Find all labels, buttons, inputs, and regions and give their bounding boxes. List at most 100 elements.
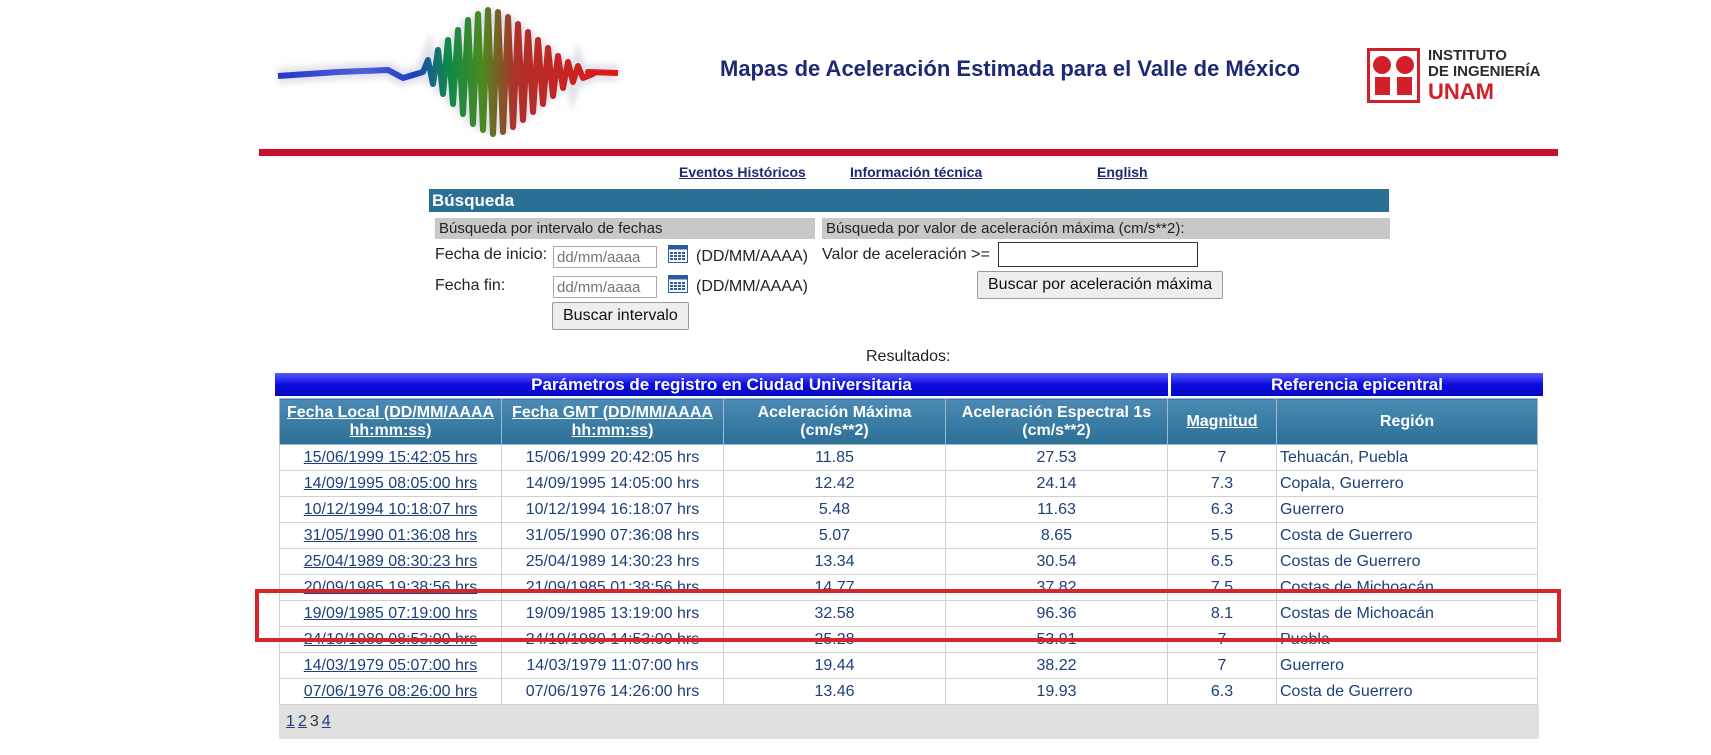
gmt-date-cell: 15/06/1999 20:42:05 hrs xyxy=(501,444,724,471)
max-acceleration-cell: 13.46 xyxy=(723,678,946,705)
spectral-acceleration-cell: 38.22 xyxy=(945,652,1168,679)
end-date-label: Fecha fin: xyxy=(435,277,506,294)
calendar-icon[interactable] xyxy=(668,275,688,293)
magnitude-cell: 6.5 xyxy=(1167,548,1277,575)
start-date-input[interactable] xyxy=(553,246,657,268)
nav-link-technical-info[interactable]: Información técnica xyxy=(850,164,982,180)
table-row: 14/09/1995 08:05:00 hrs 14/09/1995 14:05:… xyxy=(279,470,1538,497)
institute-logo: INSTITUTO DE INGENIERÍA UNAM xyxy=(1367,48,1542,108)
sort-link-gmt-date[interactable]: Fecha GMT (DD/MM/AAAA hh:mm:ss) xyxy=(512,404,713,439)
page-link[interactable]: 2 xyxy=(298,713,307,730)
gmt-date-cell: 10/12/1994 16:18:07 hrs xyxy=(501,496,724,523)
local-date-link[interactable]: 25/04/1989 08:30:23 hrs xyxy=(304,553,477,570)
local-date-cell: 10/12/1994 10:18:07 hrs xyxy=(279,496,502,523)
start-date-format-hint: (DD/MM/AAAA) xyxy=(696,248,808,265)
max-acceleration-cell: 11.85 xyxy=(723,444,946,471)
column-header-region: Región xyxy=(1276,398,1538,445)
local-date-link[interactable]: 07/06/1976 08:26:00 hrs xyxy=(304,683,477,700)
table-row: 07/06/1976 08:26:00 hrs 07/06/1976 14:26:… xyxy=(279,678,1538,705)
column-header-magnitude[interactable]: Magnitud xyxy=(1167,398,1277,445)
max-acceleration-cell: 13.34 xyxy=(723,548,946,575)
local-date-link[interactable]: 14/09/1995 08:05:00 hrs xyxy=(304,475,477,492)
local-date-link[interactable]: 31/05/1990 01:36:08 hrs xyxy=(304,527,477,544)
gmt-date-cell: 14/03/1979 11:07:00 hrs xyxy=(501,652,724,679)
spectral-acceleration-cell: 30.54 xyxy=(945,548,1168,575)
local-date-link[interactable]: 14/03/1979 05:07:00 hrs xyxy=(304,657,477,674)
ii-unam-icon xyxy=(1367,48,1420,103)
page-link[interactable]: 1 xyxy=(286,713,295,730)
max-acceleration-cell: 5.07 xyxy=(723,522,946,549)
local-date-link[interactable]: 10/12/1994 10:18:07 hrs xyxy=(304,501,477,518)
table-row: 10/12/1994 10:18:07 hrs 10/12/1994 16:18:… xyxy=(279,496,1538,523)
region-cell: Guerrero xyxy=(1276,652,1538,679)
search-interval-button[interactable]: Buscar intervalo xyxy=(552,302,689,330)
epicentral-reference-header: Referencia epicentral xyxy=(1171,373,1543,396)
end-date-input[interactable] xyxy=(553,276,657,298)
magnitude-cell: 7 xyxy=(1167,444,1277,471)
max-acceleration-cell: 12.42 xyxy=(723,470,946,497)
results-table: Fecha Local (DD/MM/AAAA hh:mm:ss) Fecha … xyxy=(279,398,1538,705)
column-header-spectral-acceleration: Aceleración Espectral 1s (cm/s**2) xyxy=(945,398,1168,445)
column-header-local-date[interactable]: Fecha Local (DD/MM/AAAA hh:mm:ss) xyxy=(279,398,502,445)
spectral-acceleration-cell: 27.53 xyxy=(945,444,1168,471)
gmt-date-cell: 25/04/1989 14:30:23 hrs xyxy=(501,548,724,575)
table-row: 31/05/1990 01:36:08 hrs 31/05/1990 07:36:… xyxy=(279,522,1538,549)
accel-value-input[interactable] xyxy=(998,242,1198,267)
highlight-annotation xyxy=(255,589,1561,642)
institute-name-unam: UNAM xyxy=(1428,79,1494,104)
local-date-cell: 31/05/1990 01:36:08 hrs xyxy=(279,522,502,549)
local-date-cell: 25/04/1989 08:30:23 hrs xyxy=(279,548,502,575)
spectral-acceleration-cell: 24.14 xyxy=(945,470,1168,497)
gmt-date-cell: 14/09/1995 14:05:00 hrs xyxy=(501,470,724,497)
start-date-label: Fecha de inicio: xyxy=(435,246,548,263)
column-header-gmt-date[interactable]: Fecha GMT (DD/MM/AAAA hh:mm:ss) xyxy=(501,398,724,445)
sort-link-local-date[interactable]: Fecha Local (DD/MM/AAAA hh:mm:ss) xyxy=(287,404,494,439)
region-cell: Copala, Guerrero xyxy=(1276,470,1538,497)
spectral-acceleration-cell: 8.65 xyxy=(945,522,1168,549)
max-acceleration-cell: 19.44 xyxy=(723,652,946,679)
cu-parameters-header: Parámetros de registro en Ciudad Univers… xyxy=(275,373,1168,396)
current-page: 3 xyxy=(309,713,319,730)
column-header-max-acceleration: Aceleración Máxima (cm/s**2) xyxy=(723,398,946,445)
header-divider xyxy=(259,149,1558,156)
region-cell: Costas de Guerrero xyxy=(1276,548,1538,575)
region-cell: Costa de Guerrero xyxy=(1276,678,1538,705)
table-row: 25/04/1989 08:30:23 hrs 25/04/1989 14:30:… xyxy=(279,548,1538,575)
magnitude-cell: 5.5 xyxy=(1167,522,1277,549)
magnitude-cell: 7 xyxy=(1167,652,1277,679)
magnitude-cell: 7.3 xyxy=(1167,470,1277,497)
region-cell: Tehuacán, Puebla xyxy=(1276,444,1538,471)
max-acceleration-cell: 5.48 xyxy=(723,496,946,523)
search-accel-button[interactable]: Buscar por aceleración máxima xyxy=(977,271,1224,299)
sort-link-magnitude[interactable]: Magnitud xyxy=(1186,413,1257,430)
region-cell: Costa de Guerrero xyxy=(1276,522,1538,549)
local-date-cell: 07/06/1976 08:26:00 hrs xyxy=(279,678,502,705)
gmt-date-cell: 07/06/1976 14:26:00 hrs xyxy=(501,678,724,705)
local-date-cell: 14/09/1995 08:05:00 hrs xyxy=(279,470,502,497)
institute-name-line1: INSTITUTO xyxy=(1428,47,1507,64)
spectral-acceleration-cell: 11.63 xyxy=(945,496,1168,523)
local-date-cell: 15/06/1999 15:42:05 hrs xyxy=(279,444,502,471)
magnitude-cell: 6.3 xyxy=(1167,496,1277,523)
nav-link-historic-events[interactable]: Eventos Históricos xyxy=(679,164,806,180)
page-link[interactable]: 4 xyxy=(322,713,331,730)
page-title: Mapas de Aceleración Estimada para el Va… xyxy=(720,56,1301,81)
end-date-format-hint: (DD/MM/AAAA) xyxy=(696,278,808,295)
nav-link-english[interactable]: English xyxy=(1097,164,1148,180)
local-date-link[interactable]: 15/06/1999 15:42:05 hrs xyxy=(304,449,477,466)
pagination: 1234 xyxy=(279,705,1539,739)
results-label: Resultados: xyxy=(866,348,951,365)
search-panel-header: Búsqueda xyxy=(429,189,1389,212)
seismogram-logo xyxy=(277,7,619,137)
accel-search-section-title: Búsqueda por valor de aceleración máxima… xyxy=(822,218,1390,239)
gmt-date-cell: 31/05/1990 07:36:08 hrs xyxy=(501,522,724,549)
table-row: 14/03/1979 05:07:00 hrs 14/03/1979 11:07:… xyxy=(279,652,1538,679)
date-search-section-title: Búsqueda por intervalo de fechas xyxy=(435,218,815,239)
local-date-cell: 14/03/1979 05:07:00 hrs xyxy=(279,652,502,679)
accel-value-label: Valor de aceleración >= xyxy=(822,246,990,263)
calendar-icon[interactable] xyxy=(668,245,688,263)
institute-name-line2: DE INGENIERÍA xyxy=(1428,63,1541,80)
region-cell: Guerrero xyxy=(1276,496,1538,523)
spectral-acceleration-cell: 19.93 xyxy=(945,678,1168,705)
magnitude-cell: 6.3 xyxy=(1167,678,1277,705)
